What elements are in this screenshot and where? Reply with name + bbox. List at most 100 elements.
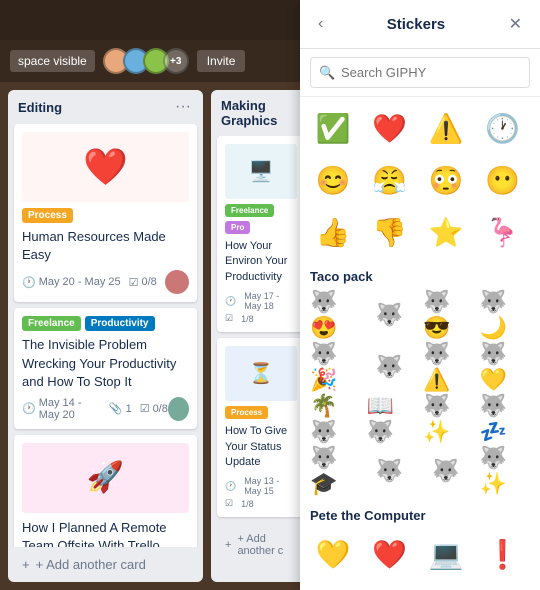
taco-sticker-8[interactable]: 🐺💛 — [480, 344, 526, 390]
check-icon-4: ☑ — [225, 313, 233, 324]
sticker-star[interactable]: ⭐ — [423, 209, 469, 255]
pete-sticker-3[interactable]: 💻 — [423, 531, 469, 577]
taco-sticker-7[interactable]: 🐺⚠️ — [423, 344, 469, 390]
label-process-5: Process — [225, 406, 268, 419]
clock-icon-5: 🕐 — [225, 481, 236, 492]
add-card-editing[interactable]: + + Add another card — [14, 551, 197, 578]
sticker-no-mouth[interactable]: 😶 — [480, 157, 526, 203]
card-human-resources[interactable]: ❤️ Process Human Resources Made Easy 🕐 M… — [14, 124, 197, 302]
card-meta-5: 🕐 May 13 - May 15 — [225, 476, 297, 496]
attach-icon: 📎 — [109, 402, 123, 415]
member-count[interactable]: +3 — [163, 48, 189, 74]
clock-icon-4: 🕐 — [225, 296, 236, 307]
list-editing-header: Editing ··· — [8, 90, 203, 124]
label-freelance-4: Freelance — [225, 204, 274, 217]
sticker-body: ✅ ❤️ ⚠️ 🕐 😊 😤 😳 😶 👍 👎 ⭐ 🦩 Taco pack 🐺😍 🐺… — [300, 97, 540, 590]
plus-icon: + — [22, 557, 30, 572]
card-title-invisible: The Invisible Problem Wrecking Your Prod… — [22, 336, 189, 391]
list-editing-cards: ❤️ Process Human Resources Made Easy 🕐 M… — [8, 124, 203, 547]
sticker-flushed[interactable]: 😳 — [423, 157, 469, 203]
list-graphics-header: Making Graphics — [211, 90, 311, 136]
pete-stickers-grid: 💛 ❤️ 💻 ❗ — [310, 531, 530, 577]
card-checklist-2: ☑ 0/8 — [140, 402, 168, 415]
visibility-button[interactable]: space visible — [10, 50, 95, 72]
card-labels: Process — [22, 208, 189, 223]
label-productivity: Productivity — [85, 316, 155, 331]
card-footer: 🕐 May 20 - May 25 ☑ 0/8 — [22, 270, 189, 294]
sticker-thumbs-up[interactable]: 👍 — [310, 209, 356, 255]
card-status-update[interactable]: ⏳ Process How To Give Your Status Update… — [217, 338, 305, 517]
card-environment[interactable]: 🖥️ Freelance Pro How Your Environ Your P… — [217, 136, 305, 332]
sticker-back-button[interactable]: ‹ — [314, 13, 327, 35]
search-input[interactable] — [310, 57, 530, 88]
list-editing: Editing ··· ❤️ Process Human Resources M… — [8, 90, 203, 582]
taco-sticker-4[interactable]: 🐺🌙 — [480, 292, 526, 338]
card-labels-5: Process — [225, 406, 297, 419]
checklist-icon-2: ☑ — [140, 402, 150, 415]
list-editing-menu[interactable]: ··· — [173, 98, 193, 116]
board-header-left: space visible +3 Invite — [10, 48, 290, 74]
card-title-environ: How Your Environ Your Productivity — [225, 239, 297, 285]
sticker-thumbs-down[interactable]: 👎 — [367, 209, 413, 255]
list-editing-title: Editing — [18, 100, 62, 115]
card-remote-offsite[interactable]: 🚀 How I Planned A Remote Team Offsite Wi… — [14, 435, 197, 547]
card-cover-hourglass: ⏳ — [225, 346, 297, 401]
taco-sticker-5[interactable]: 🐺🎉 — [310, 344, 356, 390]
card-labels-4: Freelance Pro — [225, 204, 297, 234]
taco-sticker-9[interactable]: 🌴🐺 — [310, 396, 356, 442]
label-freelance: Freelance — [22, 316, 81, 331]
taco-sticker-2[interactable]: 🐺 — [367, 292, 413, 338]
add-card-graphics[interactable]: + + Add another c — [217, 527, 305, 563]
taco-sticker-16[interactable]: 🐺✨ — [480, 448, 526, 494]
sticker-flamingo[interactable]: 🦩 — [480, 209, 526, 255]
card-cover-desk: 🖥️ — [225, 144, 297, 199]
pete-sticker-4[interactable]: ❗ — [480, 531, 526, 577]
invite-button[interactable]: Invite — [197, 50, 246, 72]
taco-sticker-15[interactable]: 🐺 — [423, 448, 469, 494]
sticker-panel: ‹ Stickers ✕ 🔍 ✅ ❤️ ⚠️ 🕐 😊 😤 😳 😶 👍 👎 ⭐ 🦩… — [300, 0, 540, 590]
sticker-search-area: 🔍 — [300, 49, 540, 97]
card-meta-2: 🕐 May 14 - May 20 📎 1 ☑ 0/8 — [22, 397, 168, 421]
search-icon: 🔍 — [319, 65, 335, 81]
check-icon-5: ☑ — [225, 498, 233, 509]
sticker-smile[interactable]: 😊 — [310, 157, 356, 203]
sticker-panel-header: ‹ Stickers ✕ — [300, 0, 540, 49]
card-checklist: ☑ 0/8 — [129, 276, 157, 289]
card-title-status: How To Give Your Status Update — [225, 424, 297, 470]
sticker-clock[interactable]: 🕐 — [480, 105, 526, 151]
list-graphics-cards: 🖥️ Freelance Pro How Your Environ Your P… — [211, 136, 311, 523]
card-meta-4: 🕐 May 17 - May 18 — [225, 291, 297, 311]
sticker-heart[interactable]: ❤️ — [367, 105, 413, 151]
taco-sticker-10[interactable]: 📖🐺 — [367, 396, 413, 442]
card-cover-rocket: 🚀 — [22, 443, 189, 513]
checklist-icon: ☑ — [129, 276, 139, 289]
pete-sticker-1[interactable]: 💛 — [310, 531, 356, 577]
card-title-offsite: How I Planned A Remote Team Offsite With… — [22, 519, 189, 547]
taco-sticker-12[interactable]: 🐺💤 — [480, 396, 526, 442]
sticker-frustrated[interactable]: 😤 — [367, 157, 413, 203]
sticker-close-button[interactable]: ✕ — [505, 12, 526, 36]
card-invisible-problem[interactable]: Freelance Productivity The Invisible Pro… — [14, 308, 197, 429]
standard-stickers-grid: ✅ ❤️ ⚠️ 🕐 😊 😤 😳 😶 👍 👎 ⭐ 🦩 — [310, 105, 530, 255]
taco-sticker-11[interactable]: 🐺✨ — [423, 396, 469, 442]
card-labels-2: Freelance Productivity — [22, 316, 189, 331]
card-meta: 🕐 May 20 - May 25 ☑ 0/8 — [22, 276, 157, 289]
board-members: +3 — [103, 48, 189, 74]
taco-sticker-14[interactable]: 🐺 — [367, 448, 413, 494]
taco-section-title: Taco pack — [310, 269, 530, 284]
card-checklist-5: ☑ 1/8 — [225, 498, 297, 509]
sticker-check[interactable]: ✅ — [310, 105, 356, 151]
search-wrapper: 🔍 — [310, 57, 530, 88]
sticker-warning[interactable]: ⚠️ — [423, 105, 469, 151]
clock-icon: 🕐 — [22, 276, 36, 289]
taco-sticker-3[interactable]: 🐺😎 — [423, 292, 469, 338]
card-cover-heart: ❤️ — [22, 132, 189, 202]
pete-sticker-2[interactable]: ❤️ — [367, 531, 413, 577]
taco-sticker-1[interactable]: 🐺😍 — [310, 292, 356, 338]
taco-stickers-grid: 🐺😍 🐺 🐺😎 🐺🌙 🐺🎉 🐺 🐺⚠️ 🐺💛 🌴🐺 📖🐺 🐺✨ 🐺💤 🐺🎓 🐺 … — [310, 292, 530, 494]
taco-sticker-13[interactable]: 🐺🎓 — [310, 448, 356, 494]
taco-sticker-6[interactable]: 🐺 — [367, 344, 413, 390]
card-checklist-4: ☑ 1/8 — [225, 313, 297, 324]
pete-section-title: Pete the Computer — [310, 508, 530, 523]
card-footer-2: 🕐 May 14 - May 20 📎 1 ☑ 0/8 — [22, 397, 189, 421]
